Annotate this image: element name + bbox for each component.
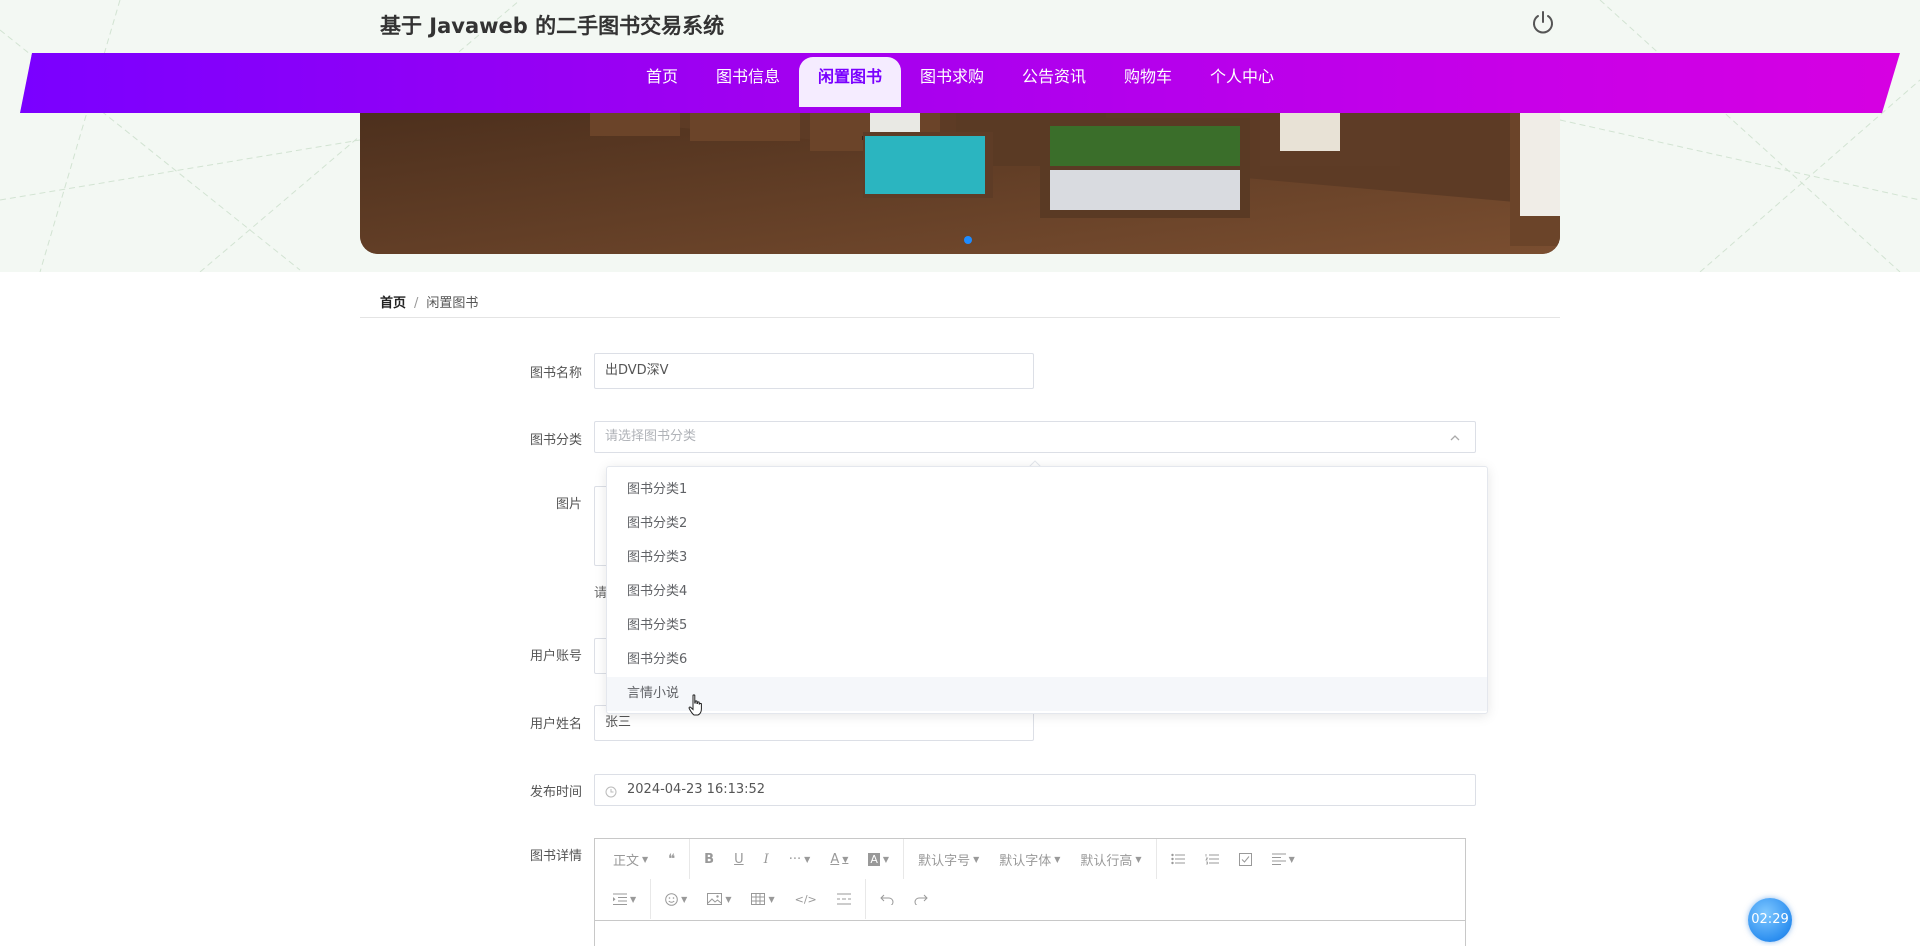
italic-icon[interactable]: I [754, 839, 779, 879]
account-label: 用户账号 [529, 649, 582, 664]
paragraph-style-button[interactable]: 正文 ▼ [603, 839, 658, 879]
toolbar-separator [650, 879, 652, 919]
nav-item-cart[interactable]: 购物车 [1105, 57, 1191, 105]
hand-pointer-icon [688, 694, 702, 716]
breadcrumb-current: 闲置图书 [426, 296, 479, 311]
nav-item-idle-books[interactable]: 闲置图书 [798, 57, 901, 107]
numbered-list-icon[interactable] [1195, 839, 1229, 879]
toolbar-separator [689, 839, 691, 879]
emoji-icon[interactable]: ▼ [655, 879, 697, 919]
table-icon[interactable]: ▼ [741, 879, 784, 919]
divider [360, 317, 1560, 318]
underline-icon[interactable]: U [724, 839, 754, 879]
book-name-label: 图书名称 [529, 366, 582, 381]
font-size-button[interactable]: 默认字号 ▼ [908, 839, 989, 879]
category-select[interactable]: 请选择图书分类 [594, 421, 1476, 453]
image-label: 图片 [555, 497, 582, 512]
redo-icon[interactable] [904, 879, 938, 919]
editor-toolbar-row-1: 正文 ▼ ❝ B U I ··· ▼ A ▼ A ▼ 默认字号 ▼ 默认字体 ▼ 默认行高 ▼… [595, 839, 1465, 879]
font-color-icon[interactable]: A ▼ [820, 839, 858, 879]
banner-image [360, 96, 1560, 254]
category-option[interactable]: 图书分类6 [607, 643, 1487, 677]
rich-text-editor[interactable]: 正文 ▼ ❝ B U I ··· ▼ A ▼ A ▼ 默认字号 ▼ 默认字体 ▼ 默认行高 ▼… [594, 838, 1466, 946]
category-option[interactable]: 图书分类1 [607, 473, 1487, 507]
category-label: 图书分类 [529, 433, 582, 448]
bold-icon[interactable]: B [694, 839, 724, 879]
main-nav: 首页 图书信息 闲置图书 图书求购 公告资讯 购物车 个人中心 [0, 53, 1920, 113]
publish-time-label: 发布时间 [529, 785, 582, 800]
category-option[interactable]: 图书分类5 [607, 609, 1487, 643]
username-value: 张三 [605, 715, 632, 730]
breadcrumb: 首页 / 闲置图书 [380, 292, 478, 311]
category-option[interactable]: 图书分类4 [607, 575, 1487, 609]
background-color-icon[interactable]: A ▼ [858, 839, 899, 879]
category-dropdown: 图书分类1 图书分类2 图书分类3 图书分类4 图书分类5 图书分类6 言情小说 [606, 466, 1488, 714]
more-icon[interactable]: ··· ▼ [779, 839, 821, 879]
quote-icon[interactable]: ❝ [658, 839, 685, 879]
font-family-button[interactable]: 默认字体 ▼ [989, 839, 1070, 879]
detail-label: 图书详情 [529, 849, 582, 864]
username-label: 用户姓名 [529, 717, 582, 732]
carousel-dot-active[interactable] [964, 236, 972, 244]
toolbar-separator [864, 879, 866, 919]
breadcrumb-separator: / [414, 296, 419, 311]
undo-icon[interactable] [870, 879, 904, 919]
nav-item-book-wanted[interactable]: 图书求购 [901, 57, 1003, 105]
publish-time-value: 2024-04-23 16:13:52 [627, 782, 766, 797]
todo-checkbox-icon[interactable] [1229, 839, 1262, 879]
breadcrumb-home[interactable]: 首页 [380, 296, 406, 311]
publish-time-input[interactable]: 2024-04-23 16:13:52 [594, 774, 1476, 806]
category-option[interactable]: 图书分类3 [607, 541, 1487, 575]
category-option-hovered[interactable]: 言情小说 [607, 677, 1487, 711]
chevron-up-icon [1450, 435, 1460, 441]
editor-toolbar-row-2: ▼ ▼ ▼ ▼ </> [595, 879, 1465, 919]
clock-icon [605, 786, 617, 798]
timer-badge[interactable]: 02:29 [1748, 898, 1792, 942]
nav-item-book-info[interactable]: 图书信息 [697, 57, 799, 105]
line-height-button[interactable]: 默认行高 ▼ [1070, 839, 1151, 879]
indent-icon[interactable]: ▼ [603, 879, 646, 919]
site-title: 基于 Javaweb 的二手图书交易系统 [380, 14, 725, 38]
category-option[interactable]: 图书分类2 [607, 507, 1487, 541]
carousel-dot[interactable] [932, 236, 940, 244]
book-name-input[interactable]: 出DVD深V [594, 353, 1034, 389]
header-area: 基于 Javaweb 的二手图书交易系统 首页 图书信息 闲置图书 图书求购 公… [0, 0, 1920, 272]
divider-line-icon[interactable] [827, 879, 861, 919]
bulleted-list-icon[interactable] [1161, 839, 1195, 879]
toolbar-separator [1155, 839, 1157, 879]
book-name-value: 出DVD深V [605, 363, 669, 378]
carousel-indicators [360, 236, 1560, 244]
nav-item-home[interactable]: 首页 [627, 57, 697, 105]
nav-item-profile[interactable]: 个人中心 [1191, 57, 1293, 105]
nav-item-news[interactable]: 公告资讯 [1003, 57, 1105, 105]
power-icon[interactable] [1530, 10, 1556, 36]
align-icon[interactable]: ▼ [1262, 839, 1305, 879]
code-icon[interactable]: </> [785, 879, 827, 919]
editor-toolbar-divider [595, 920, 1465, 921]
carousel-dot[interactable] [980, 236, 988, 244]
image-icon[interactable]: ▼ [697, 879, 741, 919]
carousel-dot[interactable] [948, 236, 956, 244]
category-placeholder: 请选择图书分类 [605, 429, 697, 444]
banner-carousel[interactable] [360, 96, 1560, 254]
toolbar-separator [903, 839, 905, 879]
